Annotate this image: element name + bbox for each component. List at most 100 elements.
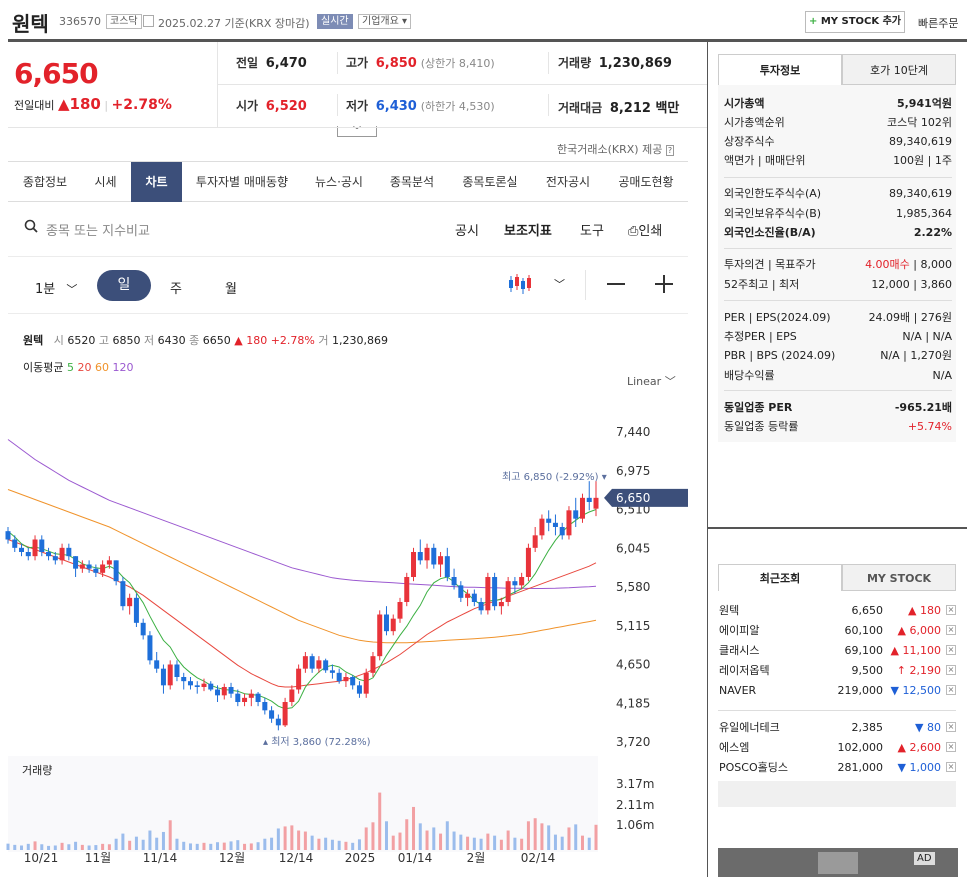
recent-item[interactable]: 에스엠 102,000 ▲ 2,600 × xyxy=(719,738,959,757)
volume-bar xyxy=(276,828,280,850)
tab-analysis[interactable]: 종목분석 xyxy=(376,162,448,202)
candle xyxy=(519,577,525,586)
recent-item-name[interactable]: 에스엠 xyxy=(719,738,749,757)
tab-discussion[interactable]: 종목토론실 xyxy=(448,162,532,202)
company-overview-label: 기업개요 xyxy=(362,16,399,27)
remove-icon[interactable]: × xyxy=(946,625,956,635)
zoom-in-icon[interactable] xyxy=(654,274,674,294)
candle xyxy=(228,687,234,694)
interval-month-button[interactable]: 월 xyxy=(225,278,237,297)
candle xyxy=(127,597,133,607)
help-icon[interactable]: ? xyxy=(665,145,675,156)
remove-icon[interactable]: × xyxy=(946,742,956,752)
remove-icon[interactable]: × xyxy=(946,645,956,655)
price-chart[interactable]: 7,4406,9756,5106,0455,5805,1154,6504,185… xyxy=(0,390,700,877)
candle-type-icon[interactable] xyxy=(508,272,532,296)
printer-icon: ⎙ xyxy=(628,224,639,239)
scale-select[interactable]: Linear ﹀ xyxy=(627,373,676,389)
candle xyxy=(525,547,531,577)
recent-item[interactable]: 유일에너테크 2,385 ▼ 80 × xyxy=(719,718,959,737)
candle xyxy=(59,547,65,561)
shares-label: 상장주식수 xyxy=(724,135,775,148)
ad-banner[interactable]: AD xyxy=(718,848,958,877)
compare-search-input[interactable]: 종목 또는 지수비교 xyxy=(46,220,246,239)
tab-investor-trading[interactable]: 투자자별 매매동향 xyxy=(182,162,302,202)
remove-icon[interactable]: × xyxy=(946,762,956,772)
tab-recent[interactable]: 최근조회 xyxy=(718,564,842,591)
est-per-value: N/A | N/A xyxy=(902,330,952,343)
volume-bar xyxy=(74,841,78,850)
tab-mystock[interactable]: MY STOCK xyxy=(842,564,956,591)
change-summary: 전일대비 ▲180 | +2.78% xyxy=(14,95,172,113)
foreign-hold-label: 외국인보유주식수(B) xyxy=(724,207,822,220)
mystock-add-button[interactable]: + MY STOCK 추가 xyxy=(805,11,905,33)
amount-value: 8,212 백만 xyxy=(609,101,680,116)
search-icon[interactable] xyxy=(24,219,38,233)
recent-item[interactable]: POSCO홀딩스 281,000 ▼ 1,000 × xyxy=(719,758,959,777)
print-button[interactable]: ⎙인쇄 xyxy=(628,220,662,239)
recent-item[interactable]: 클래시스 69,100 ▲ 11,100 × xyxy=(719,641,959,660)
chevron-down-icon[interactable]: ﹀ xyxy=(554,276,565,292)
candle xyxy=(93,568,99,573)
recent-item-name[interactable]: NAVER xyxy=(719,681,756,700)
x-tick-label: 2월 xyxy=(467,851,486,865)
interval-minute-select[interactable]: 1분 ﹀ xyxy=(35,278,77,297)
recent-item-name[interactable]: 에이피알 xyxy=(719,621,759,640)
disclosure-button[interactable]: 공시 xyxy=(455,220,479,239)
quick-order-button[interactable]: 빠른주문 xyxy=(918,15,958,31)
volume-bar xyxy=(229,841,233,850)
candle xyxy=(215,689,221,696)
ma5-line xyxy=(7,509,597,710)
tab-quotes[interactable]: 시세 xyxy=(80,162,131,202)
candle xyxy=(390,618,396,632)
close-value: 6650 xyxy=(202,334,231,347)
tab-short-selling[interactable]: 공매도현황 xyxy=(604,162,688,202)
interval-week-button[interactable]: 주 xyxy=(170,278,182,297)
recent-item-name[interactable]: 클래시스 xyxy=(719,641,759,660)
volume-bar xyxy=(148,830,152,850)
tab-hoga[interactable]: 호가 10단계 xyxy=(842,54,956,85)
pbr-label: PBR | BPS (2024.09) xyxy=(724,349,836,362)
tab-overview[interactable]: 종합정보 xyxy=(10,162,80,202)
recent-item-name[interactable]: POSCO홀딩스 xyxy=(719,758,788,777)
target-price: 8,000 xyxy=(920,258,953,271)
tab-chart[interactable]: 차트 xyxy=(131,162,182,202)
realtime-tag[interactable]: 실시간 xyxy=(317,14,353,29)
separator: | xyxy=(104,99,112,112)
volume-bar xyxy=(526,821,530,850)
recent-item-name[interactable]: 원텍 xyxy=(719,601,739,620)
recent-item-name[interactable]: 레이저옵텍 xyxy=(719,661,770,680)
volume-bar xyxy=(310,835,314,850)
data-source: 한국거래소(KRX) 제공 ? xyxy=(557,141,675,157)
current-price-tag-label: 6,650 xyxy=(616,491,650,505)
zoom-out-icon[interactable] xyxy=(607,283,625,285)
remove-icon[interactable]: × xyxy=(946,605,956,615)
recent-item[interactable]: 에이피알 60,100 ▲ 6,000 × xyxy=(719,621,959,640)
x-tick-label: 12월 xyxy=(219,851,245,865)
tools-button[interactable]: 도구 xyxy=(580,220,604,239)
ma5-label: 5 xyxy=(66,361,74,374)
tab-news[interactable]: 뉴스·공시 xyxy=(302,162,376,202)
interval-day-button[interactable]: 일 xyxy=(97,270,151,301)
candle xyxy=(262,702,268,711)
recent-item[interactable]: 레이저옵텍 9,500 ↑ 2,190 × xyxy=(719,661,959,680)
indicator-button[interactable]: 보조지표 xyxy=(504,220,552,239)
remove-icon[interactable]: × xyxy=(946,685,956,695)
volume-bar xyxy=(195,843,199,850)
date: 2025.02.27 xyxy=(158,17,221,30)
tab-disclosure[interactable]: 전자공시 xyxy=(532,162,604,202)
recent-item-name[interactable]: 유일에너테크 xyxy=(719,718,780,737)
recent-item[interactable]: NAVER 219,000 ▼ 12,500 × xyxy=(719,681,959,700)
candle xyxy=(32,539,38,557)
low-price: 저가 6,430 (하한가 4,530) xyxy=(346,97,495,114)
candle xyxy=(363,672,369,694)
y-tick-label: 4,650 xyxy=(616,658,650,672)
tab-invest-info[interactable]: 투자정보 xyxy=(718,54,842,85)
company-overview-button[interactable]: 기업개요 ▾ xyxy=(358,14,412,29)
remove-icon[interactable]: × xyxy=(946,722,956,732)
recent-item[interactable]: 원텍 6,650 ▲ 180 × xyxy=(719,601,959,620)
foreign-ratio-row: 외국인소진율(B/A) 2.22% xyxy=(724,224,952,241)
remove-icon[interactable]: × xyxy=(946,665,956,675)
foreign-limit-row: 외국인한도주식수(A) 89,340,619 xyxy=(724,185,952,202)
est-per-label: 추정PER | EPS xyxy=(724,330,797,343)
